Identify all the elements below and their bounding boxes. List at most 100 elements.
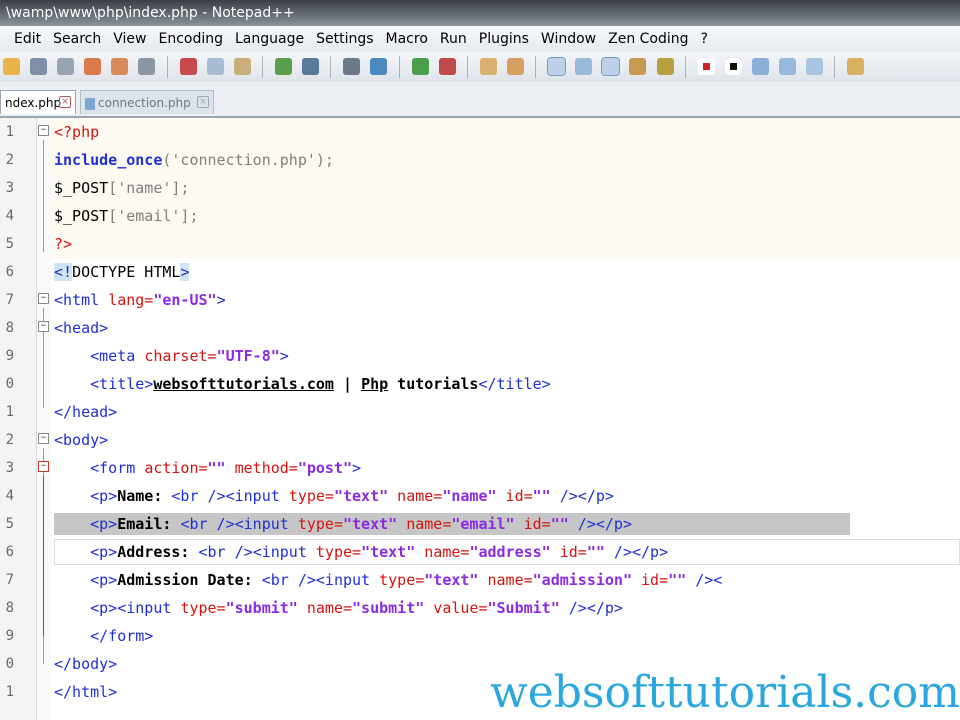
doc-map-icon[interactable] bbox=[656, 58, 674, 75]
menu-search[interactable]: Search bbox=[53, 26, 101, 52]
html-attribute: value= bbox=[424, 599, 488, 617]
doctype-open: <! bbox=[54, 263, 73, 281]
php-open-tag: <?php bbox=[54, 123, 100, 141]
save-macro-icon[interactable] bbox=[806, 58, 824, 75]
html-attribute: type= bbox=[315, 543, 362, 561]
run-macro-icon[interactable] bbox=[779, 58, 796, 75]
undo-icon[interactable] bbox=[275, 58, 293, 75]
toolbar-separator bbox=[398, 56, 400, 78]
title-tag: </title> bbox=[478, 375, 551, 393]
meta-tag: <meta bbox=[90, 347, 145, 365]
zoom-out-icon[interactable] bbox=[438, 58, 456, 75]
p-tag: <p> bbox=[90, 487, 118, 505]
menu-settings[interactable]: Settings bbox=[316, 26, 373, 52]
fold-toggle-icon[interactable]: − bbox=[38, 321, 49, 332]
menu-window[interactable]: Window bbox=[541, 26, 596, 52]
html-attribute: action= bbox=[144, 459, 208, 477]
fold-toggle-icon[interactable]: − bbox=[38, 293, 49, 304]
html-attribute: type= bbox=[379, 571, 425, 589]
doctype-close: > bbox=[180, 263, 190, 281]
sync-h-icon[interactable] bbox=[506, 58, 524, 75]
line-number: 1 bbox=[5, 404, 14, 420]
line-number: 7 bbox=[5, 572, 14, 588]
attribute-value: "post" bbox=[297, 459, 353, 477]
menu-run[interactable]: Run bbox=[440, 26, 467, 52]
print-icon[interactable] bbox=[138, 58, 156, 75]
play-macro-icon[interactable] bbox=[751, 58, 769, 75]
udl-icon[interactable] bbox=[629, 58, 647, 75]
fold-toggle-icon[interactable]: − bbox=[38, 125, 49, 136]
paste-icon[interactable] bbox=[233, 58, 251, 75]
html-tag: /></p> bbox=[604, 543, 669, 561]
php-close-tag: ?> bbox=[54, 235, 73, 253]
close-all-icon[interactable] bbox=[111, 58, 129, 75]
attribute-value: "address" bbox=[469, 543, 551, 561]
line-number: 8 bbox=[5, 320, 14, 336]
window-title: \wamp\www\php\index.php - Notepad++ bbox=[6, 5, 295, 21]
menu-plugins[interactable]: Plugins bbox=[479, 26, 529, 52]
trim-icon[interactable] bbox=[847, 58, 865, 75]
fold-toggle-icon[interactable]: − bbox=[38, 433, 49, 444]
field-label: Name: bbox=[117, 487, 172, 505]
wrap-icon[interactable] bbox=[547, 57, 567, 76]
html-attribute: id= bbox=[514, 515, 551, 533]
copy-icon[interactable] bbox=[206, 58, 224, 75]
code-line: 8 <p><input type="submit" name="submit" … bbox=[0, 594, 960, 622]
line-number: 3 bbox=[5, 180, 14, 196]
menu-edit[interactable]: Edit bbox=[14, 26, 41, 52]
menu-view[interactable]: View bbox=[113, 26, 146, 52]
body-tag: <body> bbox=[54, 431, 109, 449]
php-string: ['email']; bbox=[108, 207, 199, 225]
attribute-value: "" bbox=[586, 543, 605, 561]
menu-macro[interactable]: Macro bbox=[386, 26, 428, 52]
attribute-value: "submit" bbox=[225, 599, 298, 617]
record-macro-icon[interactable] bbox=[697, 58, 715, 75]
html-tag: /></p> bbox=[559, 599, 623, 617]
title-text: websofttutorials.com bbox=[153, 375, 334, 393]
code-line: 2 − <body> bbox=[0, 426, 960, 454]
body-tag: </body> bbox=[54, 655, 118, 673]
menu-encoding[interactable]: Encoding bbox=[158, 26, 223, 52]
sync-v-icon[interactable] bbox=[479, 58, 497, 75]
fold-toggle-icon[interactable]: − bbox=[38, 461, 49, 472]
line-number: 1 bbox=[5, 124, 14, 140]
line-number: 3 bbox=[5, 460, 14, 476]
close-icon[interactable] bbox=[84, 58, 102, 75]
replace-icon[interactable] bbox=[370, 58, 388, 75]
html-attribute: name= bbox=[397, 515, 452, 533]
tab-index-php[interactable]: ndex.php × bbox=[0, 90, 76, 114]
field-label: Address: bbox=[117, 543, 199, 561]
php-variable: $_POST bbox=[54, 179, 109, 197]
indent-guide-icon[interactable] bbox=[601, 57, 621, 76]
menu-language[interactable]: Language bbox=[235, 26, 304, 52]
line-number: 6 bbox=[5, 544, 14, 560]
menu-help[interactable]: ? bbox=[701, 26, 708, 52]
save-icon[interactable] bbox=[30, 58, 48, 75]
code-line: 9 <meta charset="UTF-8"> bbox=[0, 342, 960, 370]
attribute-value: "email" bbox=[451, 515, 515, 533]
stop-record-icon[interactable] bbox=[724, 58, 742, 75]
all-chars-icon[interactable] bbox=[575, 58, 593, 75]
cut-icon[interactable] bbox=[179, 58, 197, 75]
save-all-icon[interactable] bbox=[57, 58, 75, 75]
close-tab-icon[interactable]: × bbox=[59, 96, 71, 108]
code-editor[interactable]: 1 − <?php 2 include_once('connection.php… bbox=[0, 118, 960, 720]
head-tag: <head> bbox=[54, 319, 109, 337]
code-line: 3 $_POST['name']; bbox=[0, 174, 960, 202]
attribute-value: "text" bbox=[424, 571, 479, 589]
close-tab-icon[interactable]: × bbox=[197, 96, 209, 108]
open-icon[interactable] bbox=[3, 58, 20, 75]
line-number: 1 bbox=[5, 684, 14, 700]
menu-zen-coding[interactable]: Zen Coding bbox=[608, 26, 688, 52]
attribute-value: "Submit" bbox=[487, 599, 560, 617]
html-tag: > bbox=[352, 459, 362, 477]
toolbar-separator bbox=[166, 56, 168, 78]
code-line: 2 include_once('connection.php'); bbox=[0, 146, 960, 174]
redo-icon[interactable] bbox=[302, 58, 320, 75]
find-icon[interactable] bbox=[343, 58, 361, 75]
line-number: 9 bbox=[5, 348, 14, 364]
zoom-in-icon[interactable] bbox=[411, 58, 429, 75]
file-icon bbox=[85, 97, 95, 110]
code-line-current: 6 <p>Address: <br /><input type="text" n… bbox=[0, 538, 960, 566]
tab-connection-php[interactable]: connection.php × bbox=[80, 90, 214, 114]
